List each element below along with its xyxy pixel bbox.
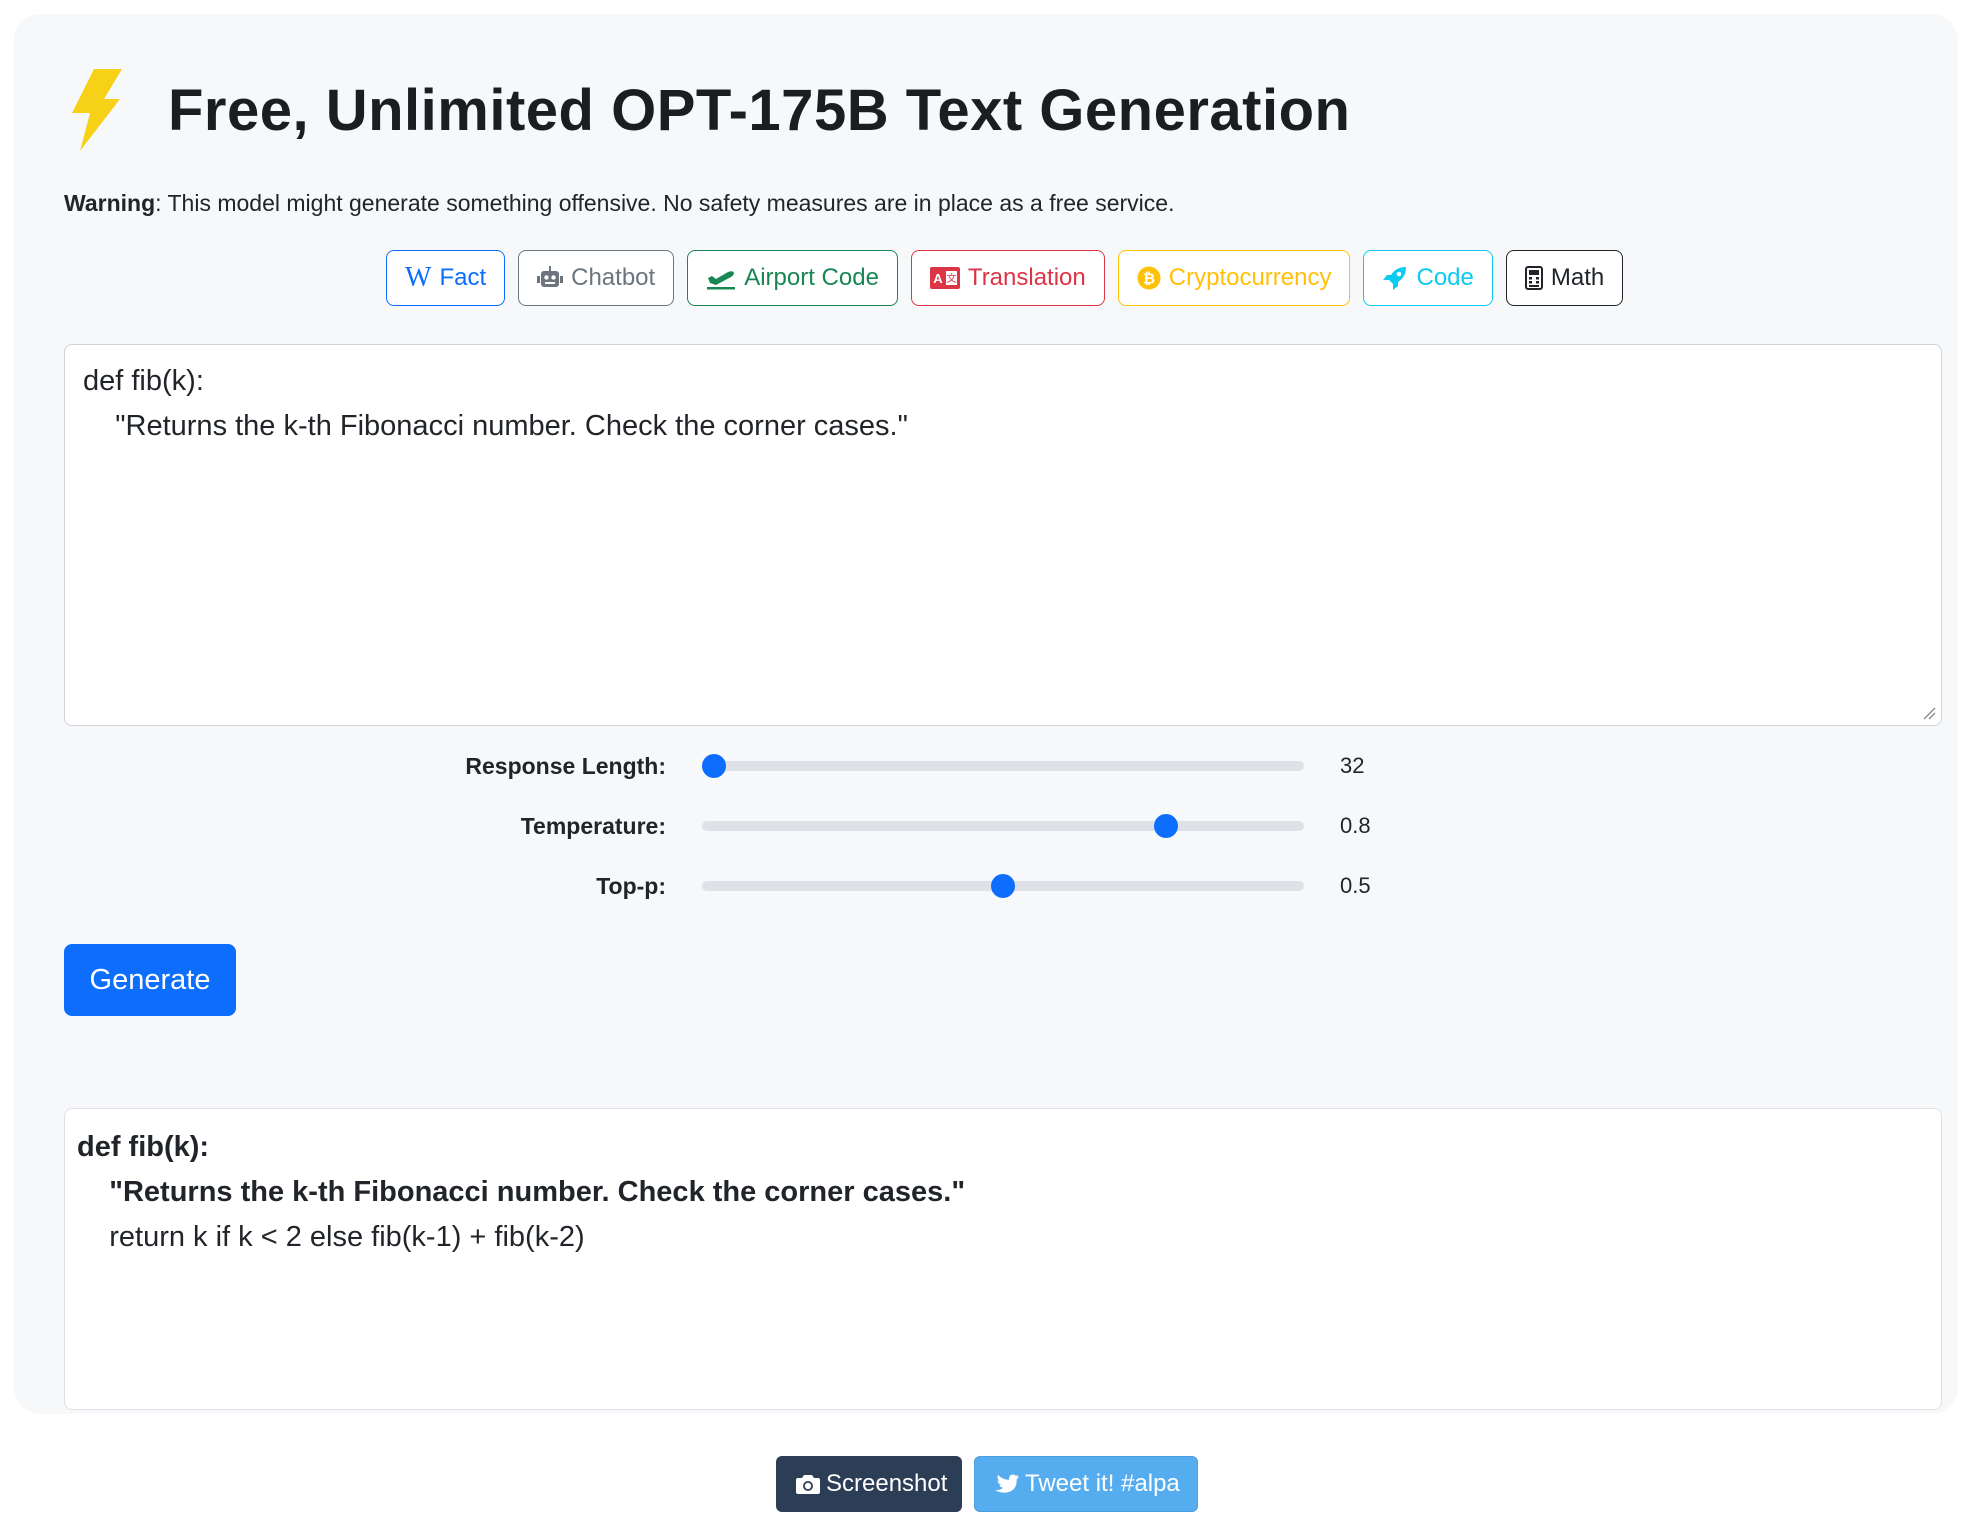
top-p-slider[interactable] <box>702 874 1304 898</box>
svg-text:₿: ₿ <box>1143 271 1155 288</box>
generate-button[interactable]: Generate <box>64 944 236 1016</box>
temperature-label: Temperature: <box>520 812 666 839</box>
camera-icon <box>796 1474 820 1494</box>
bitcoin-icon: ₿ <box>1137 266 1161 290</box>
prompt-textarea[interactable]: def fib(k): "Returns the k-th Fibonacci … <box>64 344 1942 726</box>
response-length-thumb[interactable] <box>702 754 727 778</box>
plane-departure-icon <box>706 266 736 290</box>
main-panel: Free, Unlimited OPT-175B Text Generation… <box>14 14 1958 1414</box>
robot-icon <box>537 266 564 290</box>
resize-grip-icon[interactable] <box>1922 706 1936 720</box>
example-translation-button[interactable]: A文 Translation <box>910 250 1105 306</box>
temperature-thumb[interactable] <box>1153 814 1178 838</box>
rocket-icon <box>1382 265 1408 291</box>
twitter-icon <box>995 1474 1019 1494</box>
output-line-prompt-1: def fib(k): <box>77 1131 210 1163</box>
response-length-value: 32 <box>1340 753 1365 778</box>
svg-text:A: A <box>933 271 943 286</box>
example-cryptocurrency-button[interactable]: ₿ Cryptocurrency <box>1117 250 1351 306</box>
lightning-bolt-icon <box>72 69 122 151</box>
top-p-label: Top-p: <box>596 872 666 899</box>
warning-label: Warning <box>64 190 156 216</box>
example-buttons: W Fact Chatbot Airport Code A文 Translati… <box>386 250 1624 306</box>
output-box: def fib(k): "Returns the k-th Fibonacci … <box>64 1108 1942 1410</box>
example-chatbot-button[interactable]: Chatbot <box>518 250 675 306</box>
response-length-row: Response Length: 32 <box>14 746 1364 786</box>
calculator-icon <box>1524 266 1543 290</box>
example-translation-label: Translation <box>967 264 1086 291</box>
page-header: Free, Unlimited OPT-175B Text Generation <box>64 69 1351 151</box>
top-p-value: 0.5 <box>1340 873 1371 898</box>
example-airport-code-label: Airport Code <box>744 264 879 291</box>
language-icon: A文 <box>929 267 960 289</box>
example-math-button[interactable]: Math <box>1505 250 1624 306</box>
page-title: Free, Unlimited OPT-175B Text Generation <box>168 77 1351 143</box>
example-code-button[interactable]: Code <box>1363 250 1493 306</box>
response-length-slider[interactable] <box>702 754 1304 778</box>
temperature-row: Temperature: 0.8 <box>14 806 1371 846</box>
warning-text: Warning: This model might generate somet… <box>64 190 1174 217</box>
svg-text:文: 文 <box>946 272 956 285</box>
tweet-button[interactable]: Tweet it! #alpa <box>974 1456 1198 1512</box>
example-code-label: Code <box>1416 264 1474 291</box>
example-fact-button[interactable]: W Fact <box>386 250 506 306</box>
example-math-label: Math <box>1550 264 1605 291</box>
example-airport-code-button[interactable]: Airport Code <box>687 250 898 306</box>
response-length-label: Response Length: <box>465 752 666 779</box>
example-chatbot-label: Chatbot <box>571 264 656 291</box>
tweet-label: Tweet it! #alpa <box>1025 1470 1180 1497</box>
temperature-value: 0.8 <box>1340 813 1371 838</box>
screenshot-button[interactable]: Screenshot <box>776 1456 962 1512</box>
example-cryptocurrency-label: Cryptocurrency <box>1168 264 1332 291</box>
example-fact-label: Fact <box>439 264 487 291</box>
footer-actions: Screenshot Tweet it! #alpa <box>776 1456 1198 1512</box>
warning-message: : This model might generate something of… <box>155 190 1175 216</box>
output-line-prompt-2: "Returns the k-th Fibonacci number. Chec… <box>77 1176 966 1208</box>
wikipedia-icon: W <box>405 262 432 293</box>
output-line-generated: return k if k < 2 else fib(k-1) + fib(k-… <box>77 1221 585 1253</box>
top-p-thumb[interactable] <box>991 874 1015 898</box>
temperature-slider[interactable] <box>702 814 1304 838</box>
screenshot-label: Screenshot <box>826 1470 948 1497</box>
top-p-row: Top-p: 0.5 <box>14 866 1370 906</box>
